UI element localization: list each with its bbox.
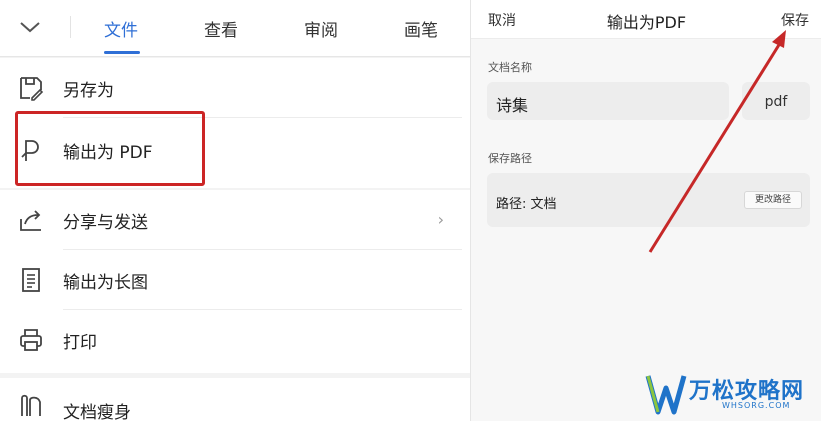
watermark-subtitle: WHSORG.COM (722, 401, 791, 410)
annotation-arrow-icon (648, 30, 786, 253)
